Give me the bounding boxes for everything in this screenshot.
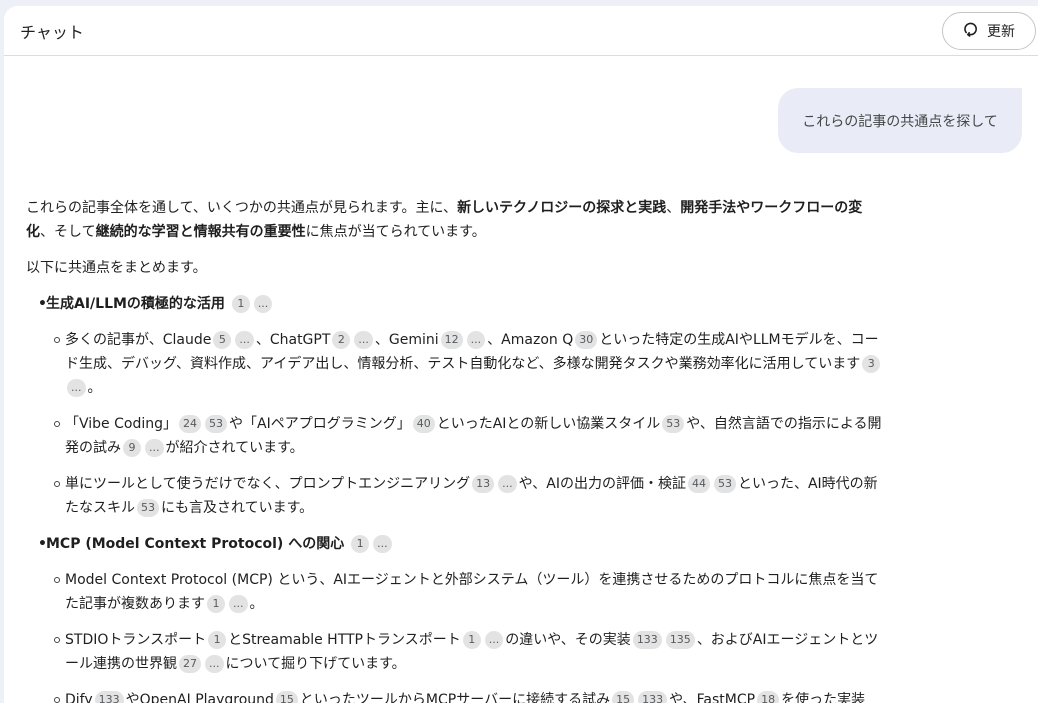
citation-chip[interactable]: 30 (575, 331, 598, 349)
summary-list: 生成AI/LLMの積極的な活用 1...多くの記事が、Claude5...、Ch… (26, 292, 890, 703)
citation-chip[interactable]: ... (373, 535, 392, 553)
item-text: Dify (65, 692, 93, 703)
citation-chip[interactable]: 44 (687, 475, 710, 493)
item-text: について掘り下げています。 (225, 656, 406, 672)
citation-chip[interactable]: ... (67, 379, 86, 397)
citation-chip[interactable]: ... (466, 331, 486, 349)
user-message-text: これらの記事の共通点を探して (802, 113, 998, 130)
intro-text: 、そして (40, 224, 96, 240)
citation-chip[interactable]: ... (253, 295, 273, 313)
citation-chip[interactable]: 135 (665, 631, 695, 649)
section-heading-text: MCP (Model Context Protocol) への関心 (46, 536, 345, 552)
citation-chip[interactable]: 53 (137, 499, 159, 517)
item-text: や、FastMCP (669, 692, 756, 703)
citation-chip[interactable]: ... (145, 439, 164, 457)
citation-chip[interactable]: ... (235, 331, 254, 349)
user-message-bubble: これらの記事の共通点を探して (778, 88, 1022, 153)
response-intro: これらの記事全体を通して、いくつかの共通点が見られます。主に、新しいテクノロジー… (26, 196, 890, 244)
citation-chip[interactable]: 133 (638, 691, 668, 703)
item-text: とStreamable HTTPトランスポート (228, 632, 461, 648)
item-text: 単にツールとして使うだけでなく、プロンプトエンジニアリング (65, 476, 471, 492)
list-item: Dify 133 やOpenAI Playground 15 といったツールからMCPサ… (54, 688, 890, 703)
item-text: や「AIペアプログラミング」 (229, 416, 411, 432)
citation-chip[interactable]: 1 (231, 295, 250, 313)
citation-chip[interactable]: ... (354, 331, 373, 349)
refresh-button[interactable]: 更新 (942, 12, 1036, 50)
list-item: Model Context Protocol (MCP) という、AIエージェン… (54, 568, 890, 616)
page-title: チャット (20, 23, 84, 42)
section-heading-text: 生成AI/LLMの積極的な活用 (46, 296, 225, 312)
citation-chip[interactable]: 1 (208, 631, 227, 649)
summary-section: 生成AI/LLMの積極的な活用 1...多くの記事が、Claude5...、Ch… (38, 292, 890, 520)
citation-chip[interactable]: ... (484, 631, 504, 649)
citation-chip[interactable]: 2 (332, 331, 351, 349)
item-text: といったツールからMCPサーバーに接続する試み (299, 692, 611, 703)
refresh-icon (963, 21, 979, 41)
intro-text: 、 (666, 200, 681, 216)
list-item: STDIOトランスポート 1 とStreamable HTTPトランスポート 1...… (54, 628, 890, 676)
item-text: 、Amazon Q (487, 332, 574, 348)
item-text: 。 (249, 596, 264, 612)
citation-chip[interactable]: 1 (462, 631, 481, 649)
citation-chip[interactable]: 13 (472, 475, 495, 493)
citation-chip[interactable]: 24 (179, 415, 201, 433)
assistant-response: これらの記事全体を通して、いくつかの共通点が見られます。主に、新しいテクノロジー… (26, 196, 890, 703)
item-text: や、AIの出力の評価・検証 (518, 476, 686, 492)
list-item: 多くの記事が、Claude 5... 、ChatGPT 2... 、Gemini 12..… (54, 328, 890, 400)
section-heading: 生成AI/LLMの積極的な活用 1... (38, 292, 890, 316)
citation-chip[interactable]: 5 (213, 331, 232, 349)
citation-chip[interactable]: 1 (351, 535, 370, 553)
item-text: にも言及されています。 (161, 500, 314, 516)
citation-chip[interactable]: 12 (440, 331, 463, 349)
intro-bold: 新しいテクノロジーの探求と実践 (457, 200, 667, 216)
list-item: 「Vibe Coding」 24 53 や「AIペアプログラミング」 40 といったAIと… (54, 412, 890, 460)
item-text: やOpenAI Playground (125, 692, 274, 703)
citation-chip[interactable]: 1 (207, 595, 225, 613)
item-text: 、ChatGPT (255, 332, 331, 348)
citation-chip[interactable]: 133 (632, 631, 662, 649)
citation-chip[interactable]: 9 (123, 439, 141, 457)
summary-lead: 以下に共通点をまとめます。 (26, 260, 207, 276)
item-text: 「Vibe Coding」 (65, 416, 177, 432)
intro-bold: 継続的な学習と情報共有の重要性 (95, 224, 306, 240)
item-text: といったAIとの新しい協業スタイル (436, 416, 661, 432)
item-text: Model Context Protocol (MCP) という、AIエージェン… (65, 572, 879, 612)
chat-header: チャット 更新 (4, 6, 1038, 56)
citation-chip[interactable]: 3 (862, 355, 881, 373)
citation-chip[interactable]: ... (205, 655, 224, 673)
item-text: STDIOトランスポート (65, 632, 207, 648)
citation-chip[interactable]: 27 (179, 655, 201, 673)
item-text: 多くの記事が、Claude (65, 332, 212, 348)
item-text: 、Gemini (374, 332, 439, 348)
summary-section: MCP (Model Context Protocol) への関心 1...Mo… (38, 532, 890, 703)
citation-chip[interactable]: 15 (612, 691, 635, 703)
section-heading: MCP (Model Context Protocol) への関心 1... (38, 532, 890, 556)
citation-chip[interactable]: 18 (757, 691, 780, 703)
item-text: を使った実装 (781, 692, 866, 703)
section-items: Model Context Protocol (MCP) という、AIエージェン… (38, 568, 890, 703)
citation-chip[interactable]: ... (498, 475, 517, 493)
intro-text: に焦点が当てられています。 (305, 224, 486, 240)
section-items: 多くの記事が、Claude 5... 、ChatGPT 2... 、Gemini 12..… (38, 328, 890, 520)
citation-chip[interactable]: 53 (662, 415, 685, 433)
citation-chip[interactable]: 53 (205, 415, 227, 433)
item-text: 。 (87, 380, 102, 396)
citation-chip[interactable]: 133 (94, 691, 124, 703)
intro-text: これらの記事全体を通して、いくつかの共通点が見られます。主に、 (26, 200, 458, 216)
chat-panel: チャット 更新 これらの記事の共通点を探して これらの記事全体を通して、いくつか… (4, 6, 1038, 703)
item-text: の違いや、その実装 (505, 632, 631, 648)
citation-chip[interactable]: 53 (713, 475, 736, 493)
citation-chip[interactable]: 40 (412, 415, 435, 433)
list-item: 単にツールとして使うだけでなく、プロンプトエンジニアリング 13... や、AIの出… (54, 472, 890, 520)
refresh-label: 更新 (987, 24, 1015, 40)
item-text: が紹介されています。 (165, 440, 304, 456)
citation-chip[interactable]: ... (229, 595, 248, 613)
citation-chip[interactable]: 15 (275, 691, 298, 703)
